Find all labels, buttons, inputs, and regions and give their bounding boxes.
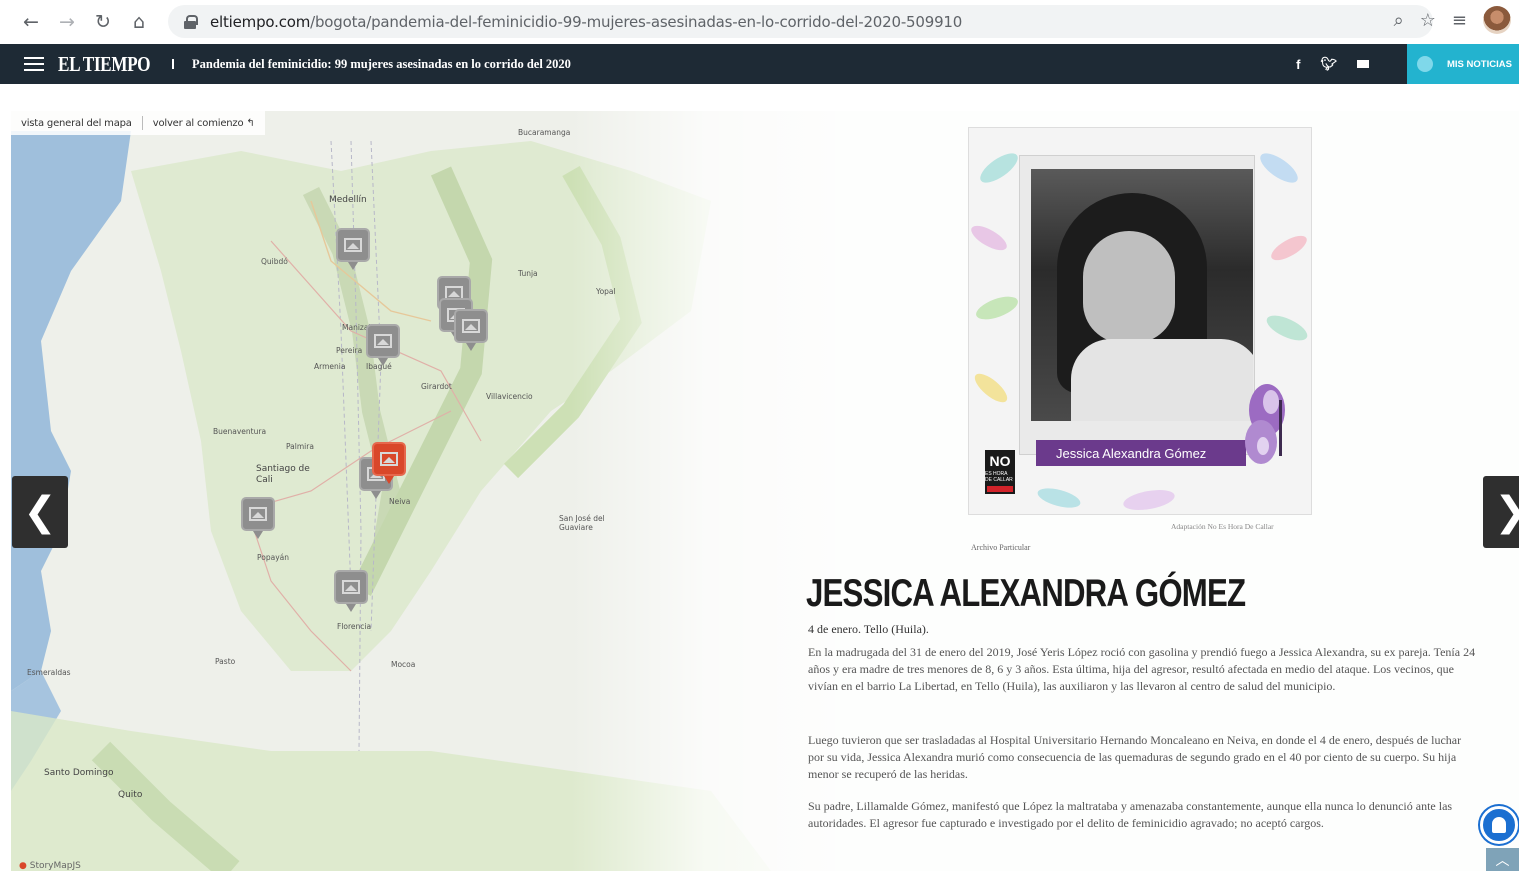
image-icon [249, 507, 267, 521]
map-place: Santiago de Cali [256, 464, 310, 485]
image-icon [380, 452, 398, 466]
image-icon [462, 319, 480, 333]
map-overview-button[interactable]: vista general del mapa [11, 118, 142, 129]
map-place: Santo Domingo [44, 768, 114, 778]
map-place: Yopal [596, 287, 616, 296]
mis-noticias-label: MIS NOTICIAS [1447, 58, 1512, 70]
photo-name-label: Jessica Alexandra Gómez [1036, 440, 1246, 466]
address-bar[interactable]: eltiempo.com/bogota/pandemia-del-feminic… [168, 5, 1433, 38]
image-icon [344, 238, 362, 252]
bookmark-star-icon[interactable]: ☆ [1420, 10, 1436, 31]
site-logo[interactable]: EL TIEMPO [58, 52, 151, 77]
story-paragraph: Su padre, Lillamalde Gómez, manifestó qu… [808, 799, 1453, 830]
browser-actions: ⌕ ☆ ≡ [1394, 6, 1511, 34]
archive-credit: Archivo Particular [971, 543, 1031, 552]
next-slide-button[interactable]: ❯ [1483, 476, 1519, 548]
forward-icon[interactable]: → [54, 9, 80, 35]
map-place: San José del Guaviare [559, 514, 605, 532]
image-icon [342, 580, 360, 594]
map-marker[interactable] [334, 570, 368, 612]
map-place: Tunja [518, 269, 538, 278]
map-restart-label: volver al comienzo [152, 117, 244, 129]
story-paragraph: En la madrugada del 31 de enero del 2019… [808, 645, 1476, 693]
map-credit-label: StoryMapJS [29, 861, 81, 871]
story-title: JESSICA ALEXANDRA GÓMEZ [806, 572, 1246, 615]
previous-slide-button[interactable]: ❮ [12, 476, 68, 548]
map-place: Florencia [337, 622, 372, 631]
map-place: Buenaventura [213, 427, 267, 436]
map-place: Bucaramanga [518, 128, 571, 137]
map-place: Quito [118, 790, 143, 800]
chevron-right-icon: ❯ [1494, 489, 1519, 535]
map-marker-active[interactable] [372, 442, 406, 484]
chevron-left-icon: ❮ [23, 489, 57, 535]
lock-icon[interactable] [184, 14, 198, 29]
story-date-location: 4 de enero. Tello (Huila). [808, 622, 929, 636]
url-text[interactable]: eltiempo.com/bogota/pandemia-del-feminic… [210, 13, 962, 31]
header-divider [172, 59, 174, 69]
map-place: Girardot [421, 382, 452, 391]
site-header: EL TIEMPO Pandemia del feminicidio: 99 m… [0, 44, 1519, 84]
map-marker[interactable] [241, 497, 275, 539]
map-credit[interactable]: ● StoryMapJS [19, 861, 81, 871]
image-icon [374, 334, 392, 348]
star-icon [1417, 56, 1433, 72]
mail-icon[interactable] [1357, 60, 1369, 68]
map-place: Mocoa [391, 660, 416, 669]
map-place: Popayán [257, 553, 289, 562]
map-controls: vista general del mapa volver al comienz… [11, 111, 265, 135]
butterfly-icon [1245, 384, 1285, 464]
map-marker[interactable] [336, 228, 370, 270]
map-place: Villavicencio [486, 392, 533, 401]
twitter-icon[interactable]: 🐦︎ [1320, 56, 1337, 72]
map-place: Armenia [314, 362, 346, 371]
social-share: f 🐦︎ [1296, 44, 1369, 84]
storymap-logo-icon: ● [19, 861, 27, 871]
map-place: Quibdó [261, 257, 288, 266]
map-place: Palmira [286, 442, 314, 451]
map-place: Pasto [215, 657, 236, 666]
chevron-up-icon: ︿ [1495, 852, 1510, 869]
map-place: Pereira [336, 346, 363, 355]
no-es-hora-logo: NO ES HORA DE CALLAR [985, 450, 1015, 494]
back-icon[interactable]: ← [18, 9, 44, 35]
photo-credit: Adaptación No Es Hora De Callar [1171, 522, 1274, 531]
profile-avatar[interactable] [1483, 6, 1511, 34]
map-marker[interactable] [454, 309, 488, 351]
portrait-photo [1031, 169, 1253, 421]
facebook-icon[interactable]: f [1296, 57, 1300, 72]
mis-noticias-button[interactable]: MIS NOTICIAS [1407, 44, 1519, 84]
url-path: /bogota/pandemia-del-feminicidio-99-muje… [310, 12, 963, 31]
back-to-top-button[interactable]: ︿ [1486, 848, 1519, 871]
reading-list-icon[interactable]: ≡ [1452, 10, 1467, 31]
zoom-icon[interactable]: ⌕ [1394, 10, 1404, 31]
article-title: Pandemia del feminicidio: 99 mujeres ase… [192, 56, 571, 71]
story-photo[interactable]: Jessica Alexandra Gómez NO ES HORA DE CA… [968, 127, 1312, 515]
home-icon[interactable]: ⌂ [126, 9, 152, 35]
map-place: Esmeraldas [27, 668, 71, 677]
notification-bell-icon[interactable] [1480, 806, 1518, 844]
url-host: eltiempo.com [210, 12, 311, 31]
story-paragraph: Luego tuvieron que ser trasladadas al Ho… [808, 733, 1462, 781]
polaroid-frame: Jessica Alexandra Gómez [1019, 155, 1255, 466]
restart-arrow-icon: ↰ [246, 117, 255, 129]
map-place: Medellín [329, 195, 367, 205]
menu-icon[interactable] [24, 57, 44, 71]
map-restart-button[interactable]: volver al comienzo ↰ [143, 118, 265, 129]
reload-icon[interactable]: ↻ [90, 9, 116, 35]
storymap-content: vista general del mapa volver al comienz… [0, 84, 1519, 871]
map-marker[interactable] [366, 324, 400, 366]
browser-toolbar: ← → ↻ ⌂ eltiempo.com/bogota/pandemia-del… [0, 0, 1519, 44]
